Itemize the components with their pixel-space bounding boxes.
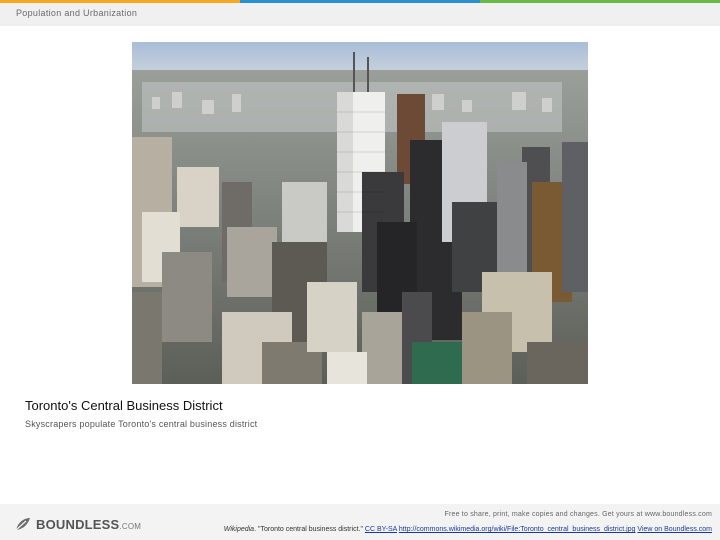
- accent-stripe-blue: [240, 0, 480, 3]
- footer: BOUNDLESS.COM Free to share, print, make…: [0, 504, 720, 540]
- skyline-illustration: [132, 42, 588, 384]
- city-photo: [132, 42, 588, 384]
- top-bar: Population and Urbanization: [0, 0, 720, 26]
- logo-text: BOUNDLESS.COM: [36, 517, 141, 532]
- view-on-boundless-link[interactable]: View on Boundless.com: [637, 526, 712, 533]
- accent-stripe-orange: [0, 0, 240, 3]
- accent-stripe-green: [480, 0, 720, 3]
- figure-description: Skyscrapers populate Toronto's central b…: [25, 419, 258, 429]
- boundless-logo[interactable]: BOUNDLESS.COM: [14, 516, 141, 532]
- section-title: Population and Urbanization: [16, 8, 138, 18]
- attribution-line: Wikipedia. "Toronto central business dis…: [224, 526, 712, 533]
- license-link[interactable]: CC BY-SA: [365, 526, 397, 533]
- attribution-source: Wikipedia: [223, 526, 255, 533]
- source-url-link[interactable]: http://commons.wikimedia.org/wiki/File:T…: [399, 526, 636, 533]
- attribution-quote: . "Toronto central business district.": [254, 526, 363, 533]
- logo-wordmark: BOUNDLESS: [36, 516, 120, 532]
- figure-title: Toronto's Central Business District: [25, 398, 223, 413]
- boundless-leaf-icon: [15, 518, 30, 531]
- share-notice: Free to share, print, make copies and ch…: [444, 511, 712, 518]
- logo-suffix: .COM: [119, 521, 142, 531]
